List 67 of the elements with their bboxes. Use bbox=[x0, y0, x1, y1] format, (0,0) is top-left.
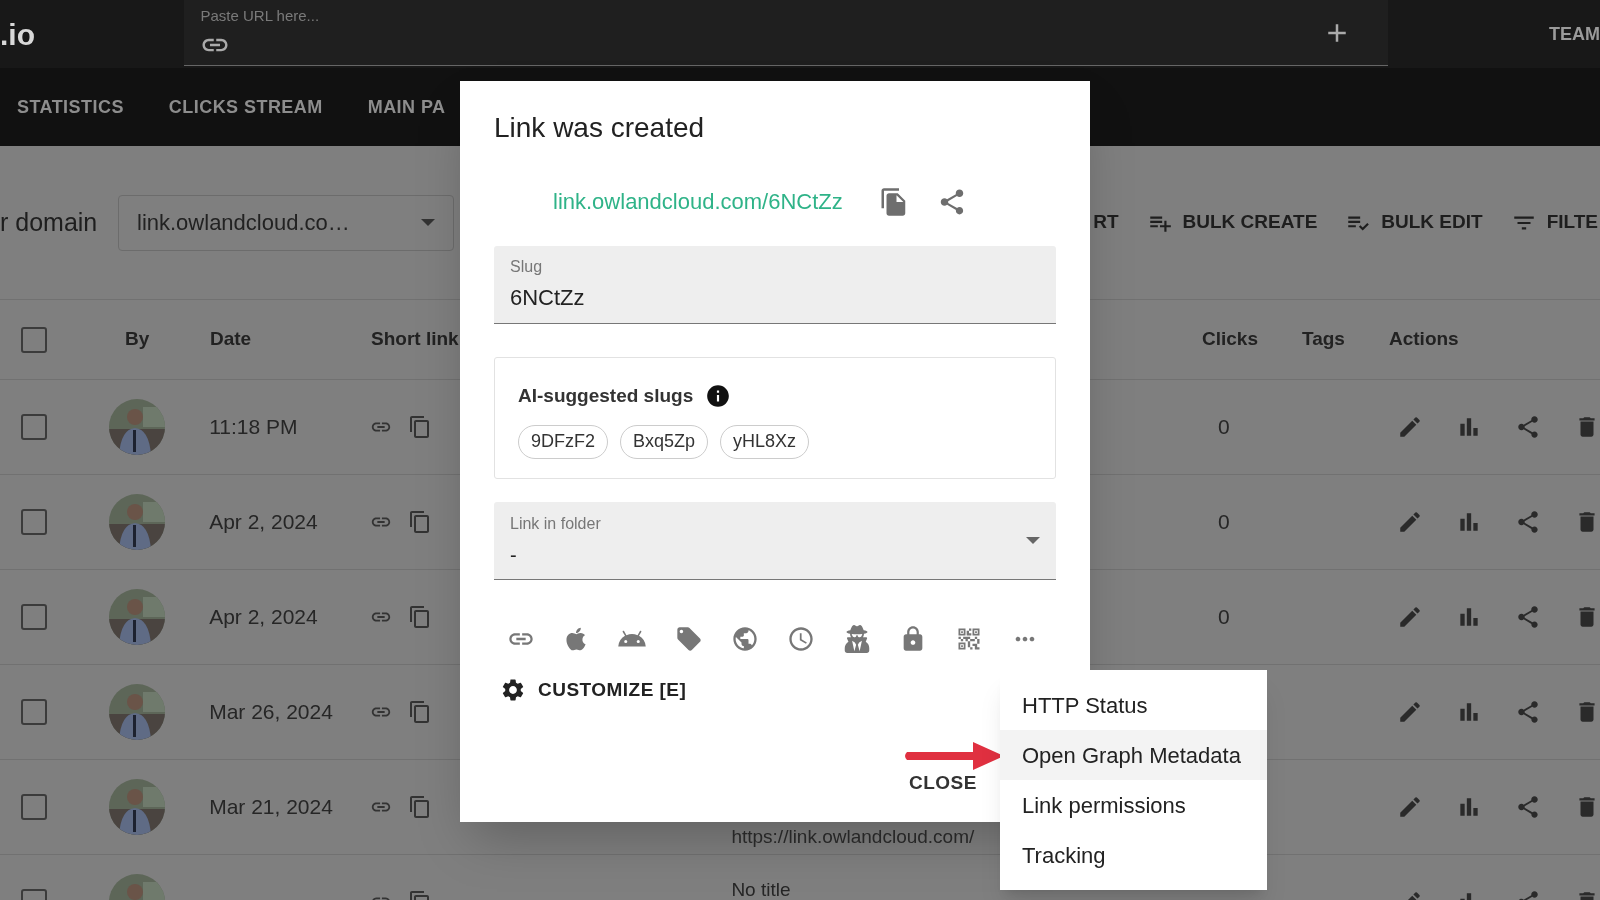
clicks-count: 0 bbox=[1217, 604, 1230, 631]
domain-label: r domain bbox=[0, 206, 99, 238]
suggestions-title: AI-suggested slugs bbox=[518, 384, 694, 408]
toolbar-button[interactable]: FILTE bbox=[1510, 208, 1598, 237]
checkbox[interactable] bbox=[21, 509, 47, 535]
field-label: Slug bbox=[510, 257, 544, 277]
edit-icon[interactable] bbox=[1397, 699, 1423, 725]
field-label: Link in folder bbox=[510, 513, 601, 534]
clicks-count: 0 bbox=[1217, 509, 1230, 536]
column-header: Clicks bbox=[1202, 327, 1258, 352]
share-icon[interactable] bbox=[1515, 699, 1541, 725]
globe-icon[interactable] bbox=[731, 625, 759, 653]
dialog-title: Link was created bbox=[494, 111, 706, 145]
column-header: Tags bbox=[1302, 328, 1345, 350]
share-icon[interactable] bbox=[1515, 794, 1541, 820]
title-text: No title bbox=[731, 878, 792, 900]
date-text: Mar 21, 2024 bbox=[209, 795, 333, 819]
domain-select[interactable]: link.owlandcloud.co… bbox=[118, 194, 454, 251]
checkbox[interactable] bbox=[21, 604, 47, 630]
logo: .io bbox=[0, 16, 36, 53]
tag-icon[interactable] bbox=[675, 625, 703, 653]
customize-button[interactable]: CUSTOMIZE [E] bbox=[500, 676, 687, 705]
edit-icon[interactable] bbox=[1397, 509, 1423, 535]
slug-field[interactable]: Slug 6NCtZz bbox=[494, 246, 1056, 324]
team-link[interactable]: TEAM bbox=[1549, 20, 1600, 48]
date-text: 11:18 PM bbox=[209, 415, 298, 439]
checkbox[interactable] bbox=[21, 699, 47, 725]
field-value: - bbox=[510, 542, 518, 568]
edit-icon[interactable] bbox=[1397, 414, 1423, 440]
info-icon[interactable] bbox=[705, 383, 732, 410]
dropdown-icon bbox=[421, 219, 435, 226]
share-icon[interactable] bbox=[1515, 604, 1541, 630]
dropdown-icon bbox=[1026, 537, 1040, 544]
url-text: https://link.owlandcloud.com/ bbox=[731, 825, 976, 849]
checkbox[interactable] bbox=[21, 794, 47, 820]
url-placeholder: Paste URL here... bbox=[200, 6, 321, 27]
menu-item[interactable]: Tracking bbox=[1000, 830, 1267, 880]
edit-icon[interactable] bbox=[1397, 604, 1423, 630]
share-icon[interactable] bbox=[1515, 509, 1541, 535]
edit-icon[interactable] bbox=[1397, 794, 1423, 820]
toolbar-button[interactable]: RT bbox=[1093, 208, 1119, 237]
menu-item[interactable]: HTTP Status bbox=[1000, 680, 1267, 730]
column-header: Short link bbox=[371, 328, 459, 350]
spy-icon[interactable] bbox=[843, 625, 871, 653]
menu-item[interactable]: Link permissions bbox=[1000, 780, 1267, 830]
column-header: By bbox=[125, 328, 150, 350]
clicks-count: 0 bbox=[1217, 414, 1230, 441]
toolbar-button[interactable]: BULK EDIT bbox=[1345, 208, 1483, 237]
folder-select[interactable]: Link in folder - bbox=[494, 502, 1056, 580]
slug-chip[interactable]: yHL8Xz bbox=[720, 424, 810, 459]
close-button[interactable]: CLOSE bbox=[909, 768, 977, 797]
checkbox[interactable] bbox=[21, 326, 47, 353]
checkbox[interactable] bbox=[21, 414, 47, 440]
date-text: Apr 2, 2024 bbox=[209, 510, 318, 534]
clock-icon[interactable] bbox=[787, 625, 815, 653]
nav-tab[interactable]: MAIN PA bbox=[367, 93, 446, 121]
nav-tab[interactable]: STATISTICS bbox=[17, 93, 124, 121]
share-icon[interactable] bbox=[1515, 414, 1541, 440]
field-value: 6NCtZz bbox=[510, 284, 586, 312]
date-text: Apr 2, 2024 bbox=[209, 605, 318, 629]
toolbar-button[interactable]: BULK CREATE bbox=[1146, 208, 1318, 237]
date-text: Mar 26, 2024 bbox=[209, 700, 333, 724]
nav-tab[interactable]: CLICKS STREAM bbox=[168, 93, 323, 121]
column-header: Date bbox=[210, 328, 252, 350]
url-field[interactable]: Paste URL here... bbox=[184, 0, 1388, 66]
menu-item[interactable]: Open Graph Metadata bbox=[1000, 730, 1267, 780]
column-header: Actions bbox=[1389, 328, 1459, 350]
